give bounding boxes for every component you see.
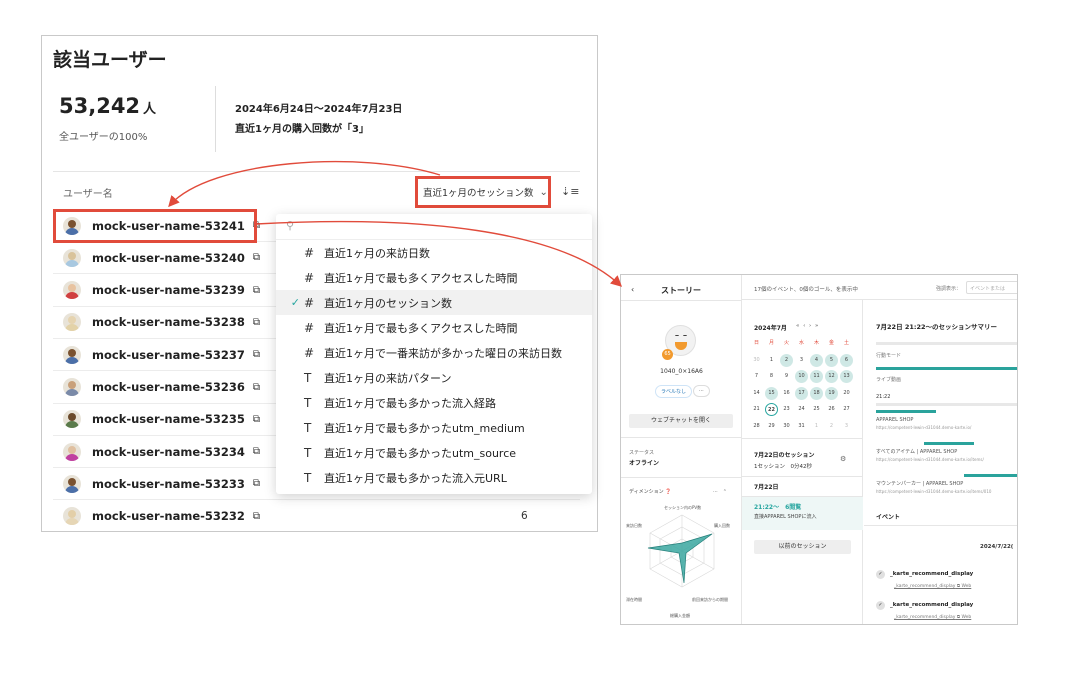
annotation-arrows [168, 160, 623, 287]
arrow-user-to-story [255, 220, 623, 287]
arrow-column-to-user [168, 160, 441, 208]
